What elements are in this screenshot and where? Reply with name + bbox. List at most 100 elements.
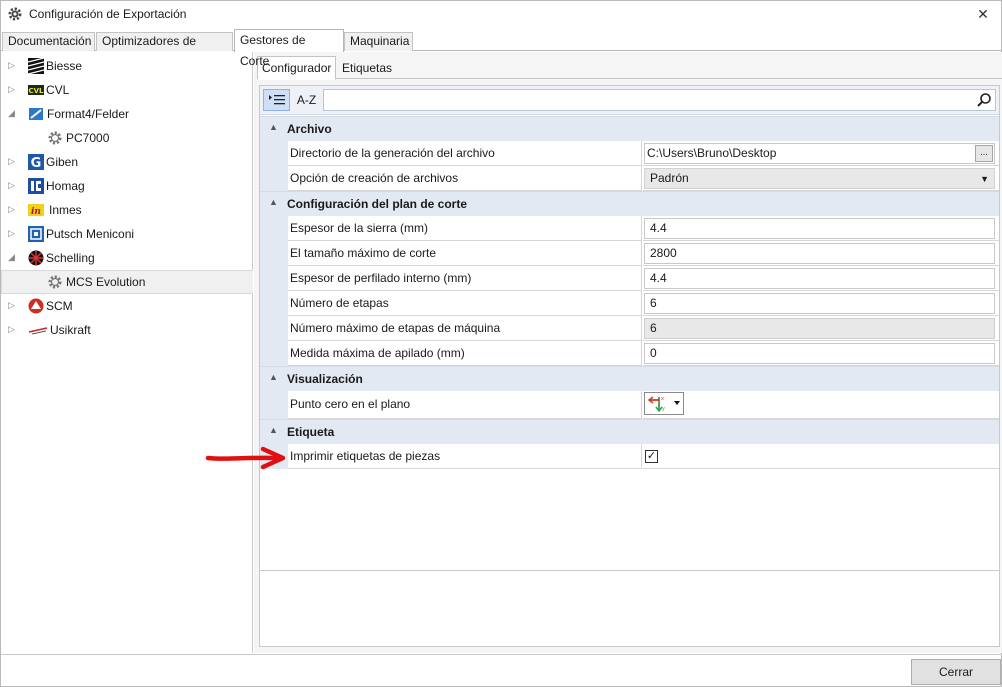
cvl-logo-icon: CVL	[28, 85, 44, 95]
tree-item-homag[interactable]: ▷ Homag	[1, 174, 253, 198]
tab-gestores-de-corte[interactable]: Gestores de Corte	[234, 29, 344, 68]
property-label: Espesor de perfilado interno (mm)	[288, 266, 642, 291]
expand-arrow-icon[interactable]: ▷	[8, 204, 18, 214]
export-config-window: Configuración de Exportación ✕ Documenta…	[0, 0, 1002, 687]
max-machine-stages-readonly: 6	[644, 318, 995, 339]
chevron-up-icon[interactable]: ▲	[269, 425, 278, 435]
tab-optimizadores[interactable]: Optimizadores de Corte	[96, 32, 233, 65]
property-label: Imprimir etiquetas de piezas	[288, 444, 642, 469]
red-arrow-annotation-icon	[205, 446, 286, 470]
usikraft-logo-icon	[28, 327, 48, 335]
format4-logo-icon	[29, 108, 43, 120]
gear-icon	[48, 275, 62, 289]
property-row-creacion: Opción de creación de archivos Padrón ▼	[260, 166, 999, 191]
property-grid-toolbar: A-Z	[260, 86, 999, 115]
expand-arrow-icon[interactable]: ▷	[8, 324, 18, 334]
collapse-arrow-icon[interactable]: ◢	[8, 108, 18, 118]
categorized-list-icon	[268, 95, 285, 105]
homag-logo-icon	[28, 178, 44, 194]
svg-text:in: in	[31, 207, 41, 217]
search-icon	[977, 93, 991, 107]
tab-etiquetas[interactable]: Etiquetas	[338, 59, 396, 79]
expand-arrow-icon[interactable]: ▷	[8, 228, 18, 238]
output-directory-field[interactable]: C:\Users\Bruno\Desktop ...	[644, 143, 995, 164]
property-row-etapas: Número de etapas 6	[260, 291, 999, 316]
chevron-up-icon[interactable]: ▲	[269, 372, 278, 382]
property-row-imprimir-etiquetas: Imprimir etiquetas de piezas ✓	[260, 444, 999, 469]
max-stack-height-input[interactable]: 0	[644, 343, 995, 364]
property-label: Directorio de la generación del archivo	[288, 141, 642, 166]
property-row-apilado: Medida máxima de apilado (mm) 0	[260, 341, 999, 366]
property-label: Número máximo de etapas de máquina	[288, 316, 642, 341]
property-description-pane	[260, 570, 999, 646]
property-label: Medida máxima de apilado (mm)	[288, 341, 642, 366]
tree-item-schelling[interactable]: ◢ Schelling	[1, 246, 253, 270]
browse-button[interactable]: ...	[975, 145, 993, 162]
close-icon: ✕	[977, 6, 989, 22]
property-row-directorio: Directorio de la generación del archivo …	[260, 141, 999, 166]
manager-tree: ▷ Biesse ▷ CVL CVL ◢ Format4/Felder PC70…	[1, 52, 253, 653]
property-grid: A-Z ▲ Archivo Directorio de la generació…	[259, 85, 1000, 647]
gear-icon	[8, 7, 22, 21]
expand-arrow-icon[interactable]: ▷	[8, 180, 18, 190]
configurator-panel: Configurador Etiquetas A-Z ▲ Archivo Dir…	[254, 52, 1002, 653]
property-label: Opción de creación de archivos	[288, 166, 642, 191]
max-cut-size-input[interactable]: 2800	[644, 243, 995, 264]
expand-arrow-icon[interactable]: ▷	[8, 60, 18, 70]
gear-icon	[48, 131, 62, 145]
tab-documentacion[interactable]: Documentación	[2, 32, 95, 51]
chevron-up-icon[interactable]: ▲	[269, 197, 278, 207]
dropdown-arrow-icon: ▼	[980, 174, 989, 184]
expand-arrow-icon[interactable]: ▷	[8, 156, 18, 166]
property-row-punto-cero: Punto cero en el plano x y	[260, 391, 999, 419]
saw-thickness-input[interactable]: 4.4	[644, 218, 995, 239]
property-label: Espesor de la sierra (mm)	[288, 216, 642, 241]
property-search-input[interactable]	[323, 89, 996, 111]
collapse-arrow-icon[interactable]: ◢	[8, 252, 18, 262]
categorized-view-button[interactable]	[263, 89, 290, 111]
sort-alphabetical-button[interactable]: A-Z	[293, 89, 320, 111]
internal-profile-thickness-input[interactable]: 4.4	[644, 268, 995, 289]
file-creation-select[interactable]: Padrón ▼	[644, 168, 995, 189]
category-archivo[interactable]: ▲ Archivo	[260, 116, 999, 141]
print-labels-checkbox[interactable]: ✓	[645, 450, 658, 463]
tree-item-mcs-evolution[interactable]: MCS Evolution	[1, 270, 253, 294]
tree-item-cvl[interactable]: ▷ CVL CVL	[1, 78, 253, 102]
svg-text:G: G	[31, 156, 42, 170]
chevron-up-icon[interactable]: ▲	[269, 122, 278, 132]
svg-text:y: y	[662, 406, 665, 412]
tree-item-putsch-meniconi[interactable]: ▷ Putsch Meniconi	[1, 222, 253, 246]
origin-point-picker[interactable]: x y	[644, 392, 684, 415]
schelling-logo-icon	[28, 250, 44, 266]
expand-arrow-icon[interactable]: ▷	[8, 84, 18, 94]
biesse-logo-icon	[28, 58, 44, 74]
main-tabs: Documentación Optimizadores de Corte Ges…	[1, 29, 1001, 68]
tree-item-scm[interactable]: ▷ SCM	[1, 294, 253, 318]
svg-text:CVL: CVL	[28, 87, 44, 95]
stages-input[interactable]: 6	[644, 293, 995, 314]
tree-item-inmes[interactable]: ▷ in Inmes	[1, 198, 253, 222]
svg-text:x: x	[661, 396, 664, 402]
tab-maquinaria[interactable]: Maquinaria	[344, 32, 413, 51]
tree-item-format4-felder[interactable]: ◢ Format4/Felder	[1, 102, 253, 126]
category-visualizacion[interactable]: ▲ Visualización	[260, 366, 999, 391]
property-row-espesor-sierra: Espesor de la sierra (mm) 4.4	[260, 216, 999, 241]
close-window-button[interactable]: ✕	[971, 3, 995, 25]
property-row-perfilado: Espesor de perfilado interno (mm) 4.4	[260, 266, 999, 291]
putsch-logo-icon	[28, 226, 44, 242]
dialog-footer: Cerrar	[1, 654, 1001, 686]
category-etiqueta[interactable]: ▲ Etiqueta	[260, 419, 999, 444]
origin-axes-icon: x y	[647, 396, 680, 413]
property-label: Punto cero en el plano	[288, 391, 642, 419]
close-button[interactable]: Cerrar	[911, 659, 1001, 685]
expand-arrow-icon[interactable]: ▷	[8, 300, 18, 310]
tree-item-usikraft[interactable]: ▷ Usikraft	[1, 318, 253, 342]
tree-item-pc7000[interactable]: PC7000	[1, 126, 253, 150]
tree-item-biesse[interactable]: ▷ Biesse	[1, 54, 253, 78]
property-label: Número de etapas	[288, 291, 642, 316]
window-title: Configuración de Exportación	[29, 7, 187, 21]
property-row-etapas-maquina: Número máximo de etapas de máquina 6	[260, 316, 999, 341]
tree-item-giben[interactable]: ▷ G Giben	[1, 150, 253, 174]
property-label: El tamaño máximo de corte	[288, 241, 642, 266]
category-plan-de-corte[interactable]: ▲ Configuración del plan de corte	[260, 191, 999, 216]
